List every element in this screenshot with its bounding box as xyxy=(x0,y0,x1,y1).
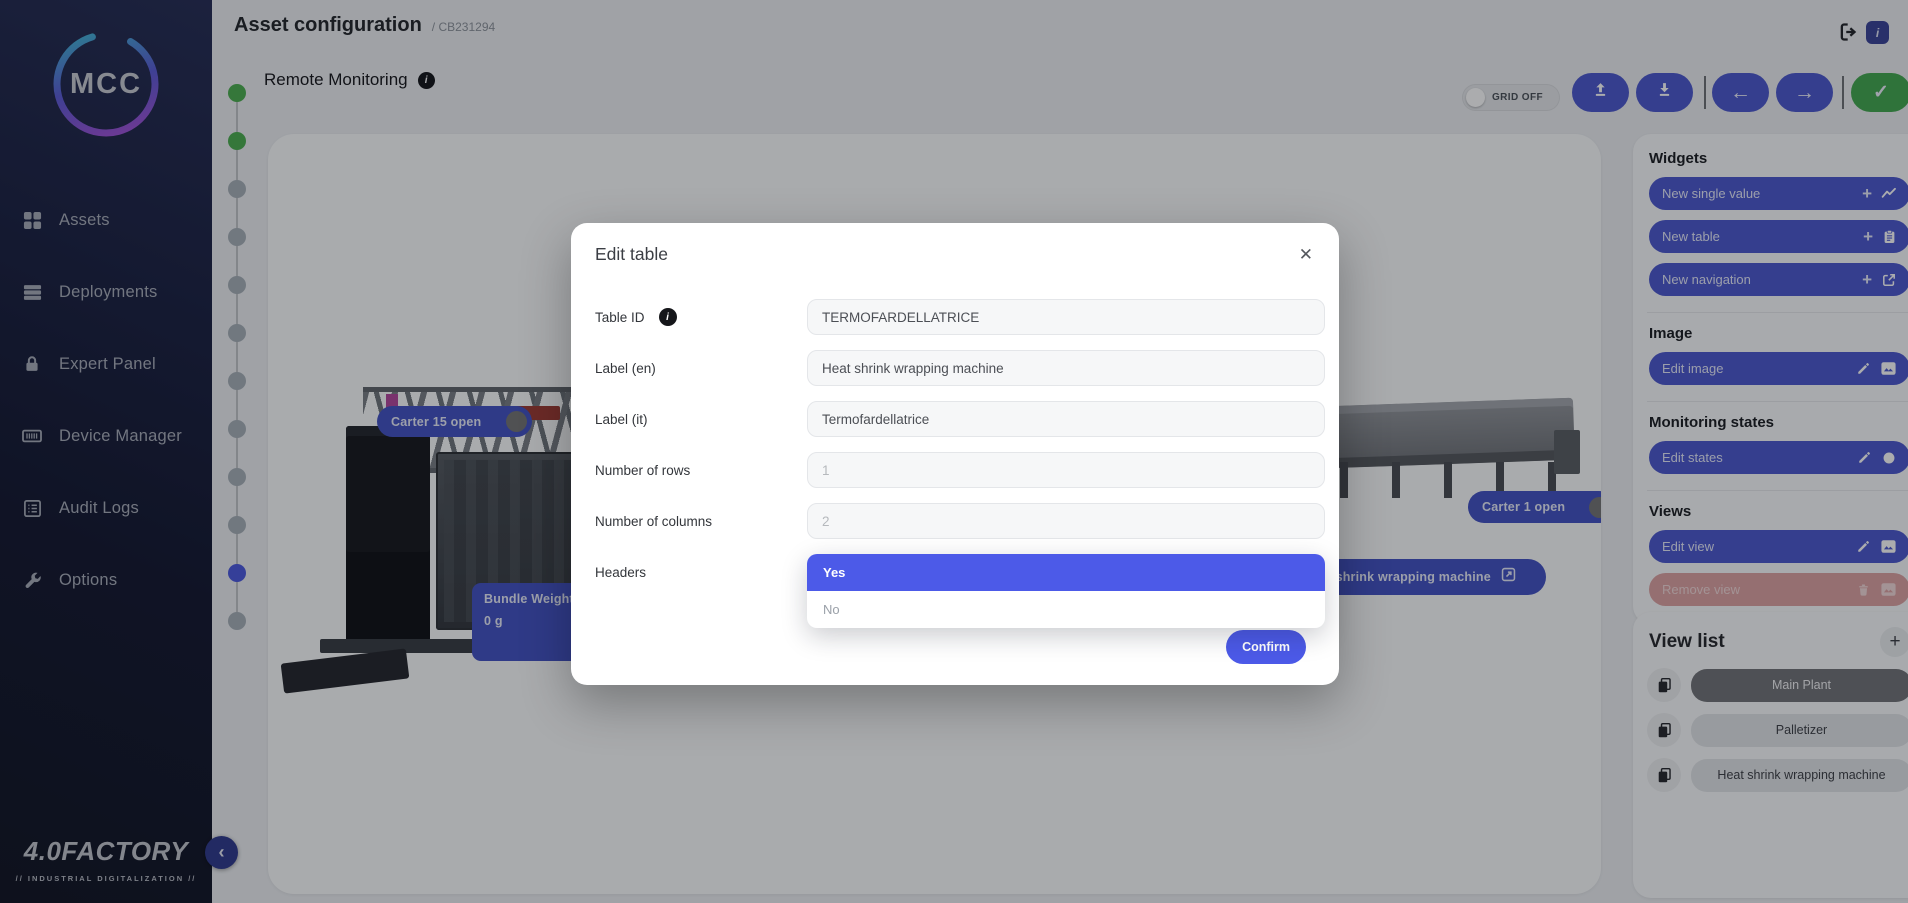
form-row-table-id: Table ID i xyxy=(595,299,1325,335)
dropdown-option-no[interactable]: No xyxy=(807,591,1325,628)
form-row-label-en: Label (en) xyxy=(595,350,1325,386)
form-row-number-of-columns: Number of columns xyxy=(595,503,1325,539)
dropdown-option-yes[interactable]: Yes xyxy=(807,554,1325,591)
form-row-label-it: Label (it) xyxy=(595,401,1325,437)
modal-title: Edit table xyxy=(595,244,668,265)
field-label: Label (it) xyxy=(595,412,807,427)
info-icon[interactable]: i xyxy=(659,308,677,326)
number-of-rows-input[interactable] xyxy=(807,452,1325,488)
field-label: Headers xyxy=(595,565,807,580)
close-icon[interactable]: ✕ xyxy=(1299,246,1313,263)
field-label: Label (en) xyxy=(595,361,807,376)
field-label: Number of columns xyxy=(595,514,807,529)
field-label: Number of rows xyxy=(595,463,807,478)
headers-dropdown: Yes No xyxy=(807,554,1325,628)
field-label: Table ID i xyxy=(595,308,807,326)
form-row-headers: Headers Yes No xyxy=(595,554,1325,590)
form-row-number-of-rows: Number of rows xyxy=(595,452,1325,488)
label-en-input[interactable] xyxy=(807,350,1325,386)
edit-table-form: Table ID i Label (en) Label (it) Number … xyxy=(571,265,1339,590)
label-it-input[interactable] xyxy=(807,401,1325,437)
edit-table-modal: Edit table ✕ Table ID i Label (en) Label… xyxy=(571,223,1339,685)
app-root: MCC Assets Deployments Expert Panel xyxy=(0,0,1908,903)
confirm-button[interactable]: Confirm xyxy=(1226,630,1306,664)
number-of-columns-input[interactable] xyxy=(807,503,1325,539)
table-id-input[interactable] xyxy=(807,299,1325,335)
